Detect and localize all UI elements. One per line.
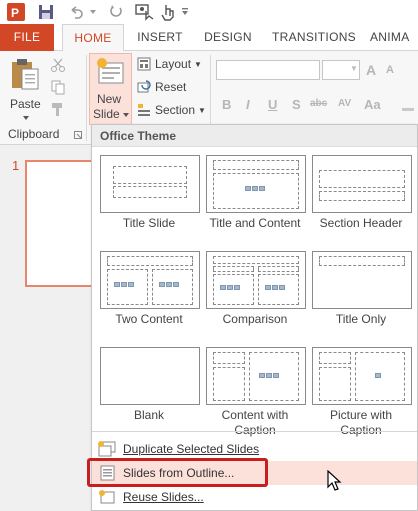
layout-label: Picture with Caption	[329, 408, 393, 437]
reuse-slides-item[interactable]: Reuse Slides...	[92, 485, 417, 509]
font-size-dropdown-icon: ▼	[350, 64, 358, 73]
layout-label: Two Content	[115, 312, 183, 326]
gallery-header: Office Theme	[92, 125, 417, 147]
layout-icon	[137, 57, 151, 71]
layout-thumbnail	[206, 251, 306, 309]
layout-picture-with-caption[interactable]: Picture with Caption	[308, 343, 414, 437]
layout-label: Title Slide	[122, 216, 176, 230]
customize-qat-icon[interactable]	[180, 2, 190, 22]
layout-label: Section Header	[319, 216, 403, 230]
clipboard-group-label: Clipboard	[8, 127, 60, 141]
undo-dropdown-icon[interactable]	[88, 2, 98, 22]
slide-thumbnail-pane: 1	[0, 146, 95, 511]
shrink-font-icon[interactable]: A	[386, 64, 394, 76]
powerpoint-app-icon[interactable]: P	[6, 2, 26, 22]
layout-label: Title and Content	[209, 216, 301, 230]
new-slide-label-line1: New	[97, 92, 122, 106]
copy-icon[interactable]	[50, 79, 66, 95]
layout-title-slide[interactable]: Title Slide	[96, 151, 202, 243]
tab-file[interactable]: FILE	[0, 24, 54, 51]
mouse-cursor-icon	[327, 470, 342, 491]
tab-design[interactable]: DESIGN	[198, 24, 258, 51]
layout-thumbnail	[100, 347, 200, 405]
underline-button[interactable]: U	[268, 97, 277, 112]
italic-button[interactable]: I	[246, 97, 250, 112]
layout-thumbnail	[100, 251, 200, 309]
bold-button[interactable]: B	[222, 97, 231, 112]
reset-icon	[137, 80, 151, 93]
layout-thumbnail	[206, 155, 306, 213]
reset-button[interactable]: Reset	[137, 80, 186, 94]
layout-dropdown-icon: ▼	[194, 59, 202, 69]
tab-insert[interactable]: INSERT	[130, 24, 190, 51]
menu-separator	[92, 431, 417, 432]
duplicate-slides-label: Duplicate Selected Slides	[123, 442, 260, 456]
new-slide-icon	[97, 58, 124, 84]
tab-transitions[interactable]: TRANSITIONS	[268, 24, 360, 51]
layout-thumbnail	[206, 347, 306, 405]
tab-home[interactable]: HOME	[62, 24, 124, 52]
highlight-annotation	[87, 458, 268, 487]
group-separator	[86, 55, 87, 141]
duplicate-slides-icon	[98, 441, 116, 457]
tab-animations[interactable]: ANIMA	[370, 24, 418, 51]
layout-label: Layout	[155, 57, 192, 71]
repeat-icon[interactable]	[106, 2, 126, 22]
strikethrough-button[interactable]: S	[292, 97, 301, 112]
layout-thumbnail	[312, 155, 412, 213]
new-slide-button[interactable]: New Slide	[89, 53, 132, 125]
new-slide-dropdown-icon	[123, 113, 129, 117]
layout-content-with-caption[interactable]: Content with Caption	[202, 343, 308, 437]
change-case-button[interactable]: Aa	[364, 97, 381, 112]
quick-access-toolbar: P	[0, 0, 418, 24]
font-name-combo[interactable]	[216, 60, 320, 80]
slide-number: 1	[12, 158, 20, 173]
ribbon-tabs: FILE HOME INSERT DESIGN TRANSITIONS ANIM…	[0, 24, 418, 52]
gallery-header-label: Office Theme	[100, 129, 177, 143]
text-shadow-button[interactable]: abc	[310, 98, 327, 109]
undo-icon[interactable]	[66, 2, 86, 22]
layout-thumbnail	[312, 347, 412, 405]
reuse-slides-label: Reuse Slides...	[123, 490, 204, 504]
svg-text:P: P	[11, 6, 19, 20]
paste-label: Paste	[10, 97, 41, 111]
layout-title-and-content[interactable]: Title and Content	[202, 151, 308, 243]
paste-button[interactable]: Paste	[6, 57, 44, 120]
paste-dropdown-icon	[23, 116, 29, 120]
save-icon[interactable]	[36, 2, 56, 22]
section-dropdown-icon: ▼	[198, 105, 206, 115]
section-icon	[138, 104, 150, 116]
layout-thumbnail	[100, 155, 200, 213]
layout-two-content[interactable]: Two Content	[96, 247, 202, 339]
paste-icon	[12, 59, 39, 90]
reuse-slides-icon	[99, 490, 115, 504]
reset-label: Reset	[155, 80, 187, 94]
section-button[interactable]: Section ▼	[137, 103, 206, 117]
layout-label: Blank	[133, 408, 165, 422]
font-color-icon[interactable]	[402, 95, 414, 111]
new-slide-dropdown: Office Theme Title Slide Title and Conte…	[91, 124, 418, 511]
layout-section-header[interactable]: Section Header	[308, 151, 414, 243]
touch-mode-icon[interactable]	[134, 2, 156, 22]
layout-comparison[interactable]: Comparison	[202, 247, 308, 339]
touch-mode-2-icon[interactable]	[158, 2, 178, 22]
new-slide-label-line2: Slide	[93, 107, 120, 121]
layout-label: Content with Caption	[221, 408, 289, 437]
layout-title-only[interactable]: Title Only	[308, 247, 414, 339]
character-spacing-button[interactable]: AV	[338, 98, 351, 109]
cut-icon[interactable]	[50, 57, 66, 73]
layout-blank[interactable]: Blank	[96, 343, 202, 435]
layout-label: Title Only	[335, 312, 387, 326]
layout-thumbnail	[312, 251, 412, 309]
layout-label: Comparison	[222, 312, 288, 326]
grow-font-icon[interactable]: A	[366, 62, 376, 78]
clipboard-launcher-icon[interactable]	[74, 131, 82, 139]
format-painter-icon[interactable]	[50, 101, 66, 117]
section-label: Section	[155, 103, 196, 117]
layout-button[interactable]: Layout ▼	[137, 57, 202, 71]
slide-thumbnail[interactable]	[25, 160, 95, 287]
